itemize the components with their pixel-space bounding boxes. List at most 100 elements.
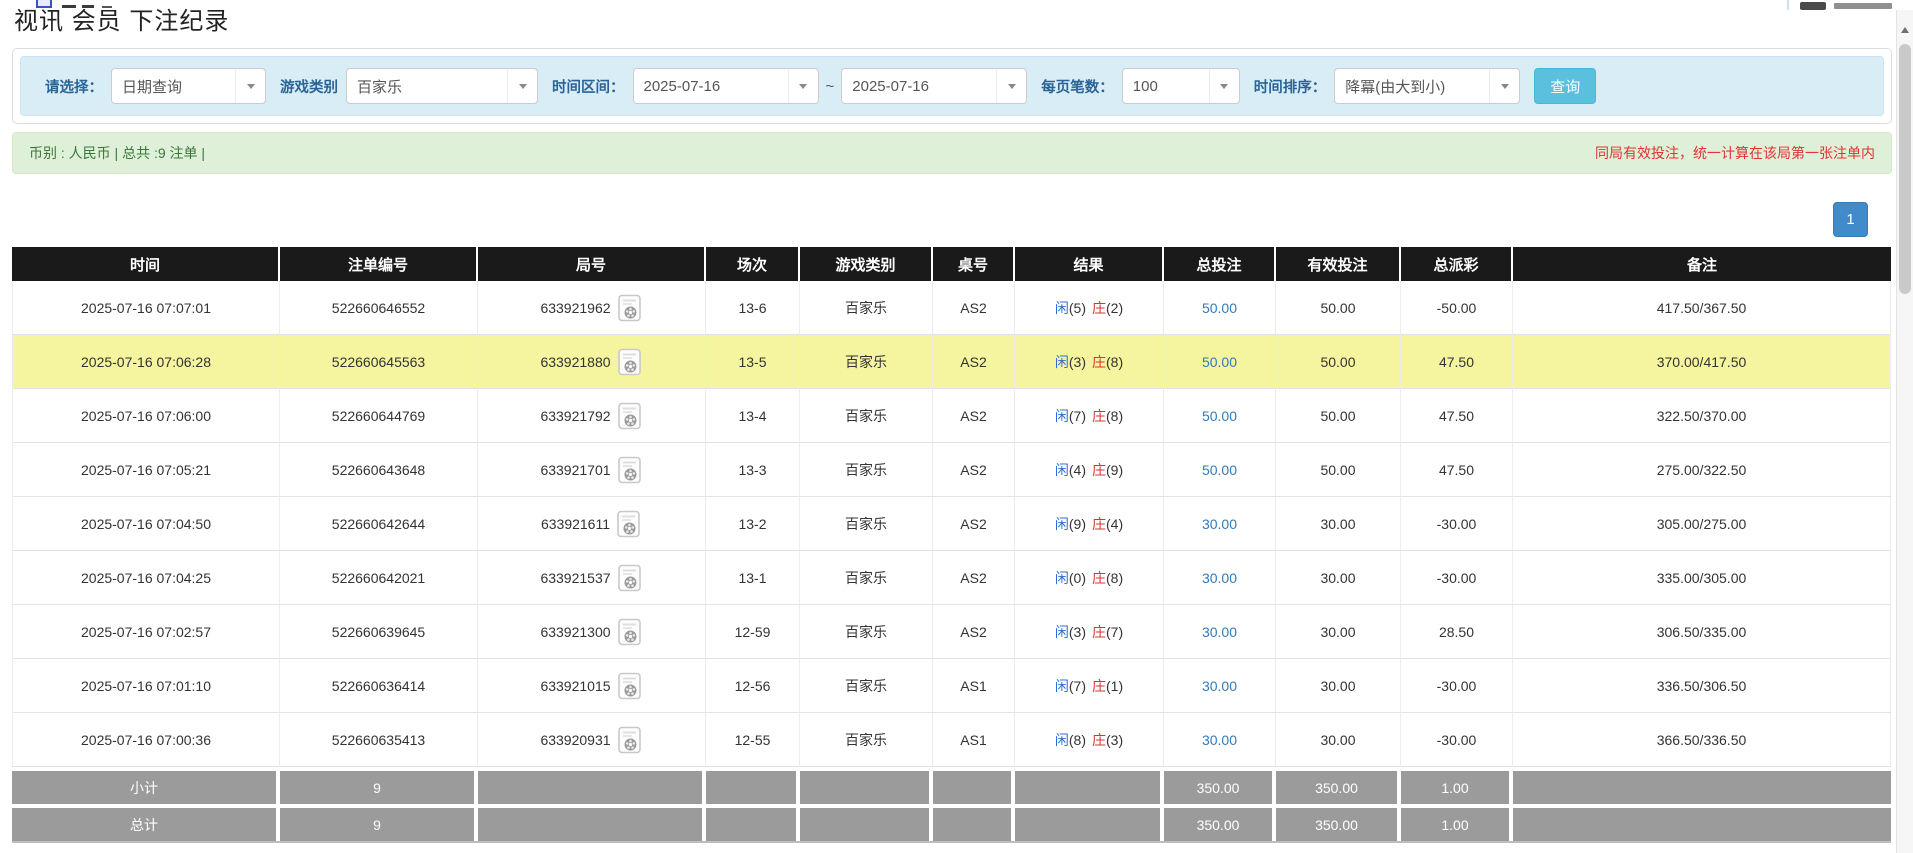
cell-time: 2025-07-16 07:06:00 — [12, 389, 280, 443]
cell-table-no: AS1 — [933, 713, 1015, 767]
cell-payout: -30.00 — [1401, 659, 1513, 713]
total-cell-table-no — [933, 804, 1015, 841]
table-row[interactable]: 2025-07-16 07:02:57522660639645633921300… — [12, 605, 1891, 659]
video-file-icon[interactable] — [617, 402, 643, 430]
cell-session: 13-5 — [706, 335, 800, 389]
cell-result: 闲(5)庄(2) — [1015, 281, 1164, 335]
cell-session: 13-1 — [706, 551, 800, 605]
result-player-label: 闲 — [1055, 570, 1069, 586]
main-content: 视讯 会员 下注纪录 请选择： 日期查询 游戏类别 百家乐 时间区间： 2025… — [12, 6, 1892, 843]
cell-bet-id: 522660636414 — [280, 659, 478, 713]
result-banker-score: (7) — [1106, 624, 1123, 640]
cell-time: 2025-07-16 07:06:28 — [12, 335, 280, 389]
cell-total-bet: 50.00 — [1164, 281, 1276, 335]
table-row[interactable]: 2025-07-16 07:01:10522660636414633921015… — [12, 659, 1891, 713]
records-table: 时间注单编号局号场次游戏类别桌号结果总投注有效投注总派彩备注2025-07-16… — [12, 247, 1891, 843]
video-file-icon[interactable] — [617, 618, 643, 646]
total-cell-result — [1015, 804, 1164, 841]
total-bet-link[interactable]: 50.00 — [1202, 354, 1237, 370]
vertical-scrollbar[interactable] — [1896, 10, 1913, 853]
round-id-text: 633921880 — [540, 354, 610, 370]
cell-session: 12-55 — [706, 713, 800, 767]
scrollbar-thumb[interactable] — [1899, 44, 1911, 294]
subtotal-cell-game-type — [800, 767, 933, 804]
video-file-icon[interactable] — [617, 294, 643, 322]
chevron-down-icon — [996, 69, 1026, 103]
result-player-score: (7) — [1069, 678, 1086, 694]
table-row[interactable]: 2025-07-16 07:05:21522660643648633921701… — [12, 443, 1891, 497]
result-banker-score: (9) — [1106, 462, 1123, 478]
game-type-select[interactable]: 百家乐 — [346, 68, 538, 104]
total-bet-link[interactable]: 30.00 — [1202, 516, 1237, 532]
cell-result: 闲(7)庄(8) — [1015, 389, 1164, 443]
cell-bet-id: 522660646552 — [280, 281, 478, 335]
chevron-down-icon — [1209, 69, 1239, 103]
cell-game-type: 百家乐 — [800, 551, 933, 605]
result-banker-label: 庄 — [1092, 462, 1106, 478]
cell-note: 305.00/275.00 — [1513, 497, 1891, 551]
table-row[interactable]: 2025-07-16 07:06:28522660645563633921880… — [12, 335, 1891, 389]
time-sort-select[interactable]: 降冪(由大到小) — [1334, 68, 1520, 104]
result-player-score: (0) — [1069, 570, 1086, 586]
table-row[interactable]: 2025-07-16 07:04:50522660642644633921611… — [12, 497, 1891, 551]
total-bet-link[interactable]: 30.00 — [1202, 678, 1237, 694]
total-bet-link[interactable]: 50.00 — [1202, 462, 1237, 478]
total-bet-link[interactable]: 50.00 — [1202, 300, 1237, 316]
total-bet-link[interactable]: 30.00 — [1202, 732, 1237, 748]
result-banker-label: 庄 — [1092, 678, 1106, 694]
cell-result: 闲(8)庄(3) — [1015, 713, 1164, 767]
cell-bet-id: 522660635413 — [280, 713, 478, 767]
subtotal-cell-session — [706, 767, 800, 804]
page-size-select[interactable]: 100 — [1122, 68, 1240, 104]
video-file-icon[interactable] — [617, 726, 643, 754]
cell-result: 闲(3)庄(8) — [1015, 335, 1164, 389]
cell-result: 闲(0)庄(8) — [1015, 551, 1164, 605]
table-row[interactable]: 2025-07-16 07:04:25522660642021633921537… — [12, 551, 1891, 605]
video-file-icon[interactable] — [617, 456, 643, 484]
table-row[interactable]: 2025-07-16 07:00:36522660635413633920931… — [12, 713, 1891, 767]
video-file-icon[interactable] — [617, 348, 643, 376]
table-row[interactable]: 2025-07-16 07:06:00522660644769633921792… — [12, 389, 1891, 443]
video-file-icon[interactable] — [617, 564, 643, 592]
filter-bar: 请选择： 日期查询 游戏类别 百家乐 时间区间： 2025-07-16 ~ 20… — [20, 56, 1884, 116]
game-type-label: 游戏类别 — [280, 76, 338, 97]
column-header-note: 备注 — [1513, 247, 1891, 281]
range-separator: ~ — [826, 78, 835, 95]
summary-bar: 币别 : 人民币 | 总共 :9 注单 | 同局有效投注，统一计算在该局第一张注… — [12, 132, 1892, 174]
table-row[interactable]: 2025-07-16 07:07:01522660646552 633921962… — [12, 281, 1891, 335]
cell-payout: 47.50 — [1401, 443, 1513, 497]
video-file-icon[interactable] — [617, 672, 643, 700]
total-cell-session — [706, 804, 800, 841]
result-player-label: 闲 — [1055, 408, 1069, 424]
total-cell-game-type — [800, 804, 933, 841]
total-bet-link[interactable]: 30.00 — [1202, 624, 1237, 640]
total-bet-link[interactable]: 30.00 — [1202, 570, 1237, 586]
round-id-group: 633921962 — [540, 294, 642, 322]
cell-session: 12-56 — [706, 659, 800, 713]
cell-round-id: 633921701 — [478, 443, 706, 497]
video-file-icon[interactable] — [616, 510, 642, 538]
round-id-text: 633921962 — [540, 300, 610, 316]
cell-time: 2025-07-16 07:07:01 — [12, 281, 280, 335]
date-from-select[interactable]: 2025-07-16 — [633, 68, 819, 104]
result-player-label: 闲 — [1055, 624, 1069, 640]
cell-bet-id: 522660642644 — [280, 497, 478, 551]
cell-round-id: 633921537 — [478, 551, 706, 605]
page-button-1[interactable]: 1 — [1833, 202, 1868, 237]
cell-game-type: 百家乐 — [800, 443, 933, 497]
search-button[interactable]: 查询 — [1534, 68, 1596, 104]
cell-total-bet: 50.00 — [1164, 335, 1276, 389]
cell-time: 2025-07-16 07:01:10 — [12, 659, 280, 713]
cell-valid-bet: 30.00 — [1276, 713, 1401, 767]
cell-note: 366.50/336.50 — [1513, 713, 1891, 767]
scrollbar-up-icon[interactable] — [1897, 22, 1913, 38]
result-banker-score: (3) — [1106, 732, 1123, 748]
total-cell-payout: 1.00 — [1401, 804, 1513, 841]
date-to-select[interactable]: 2025-07-16 — [841, 68, 1027, 104]
result-player-label: 闲 — [1055, 300, 1069, 316]
total-row: 总计9350.00350.001.00 — [12, 804, 1891, 841]
query-type-select[interactable]: 日期查询 — [111, 68, 266, 104]
total-bet-link[interactable]: 50.00 — [1202, 408, 1237, 424]
cell-total-bet: 30.00 — [1164, 551, 1276, 605]
cell-bet-id: 522660639645 — [280, 605, 478, 659]
